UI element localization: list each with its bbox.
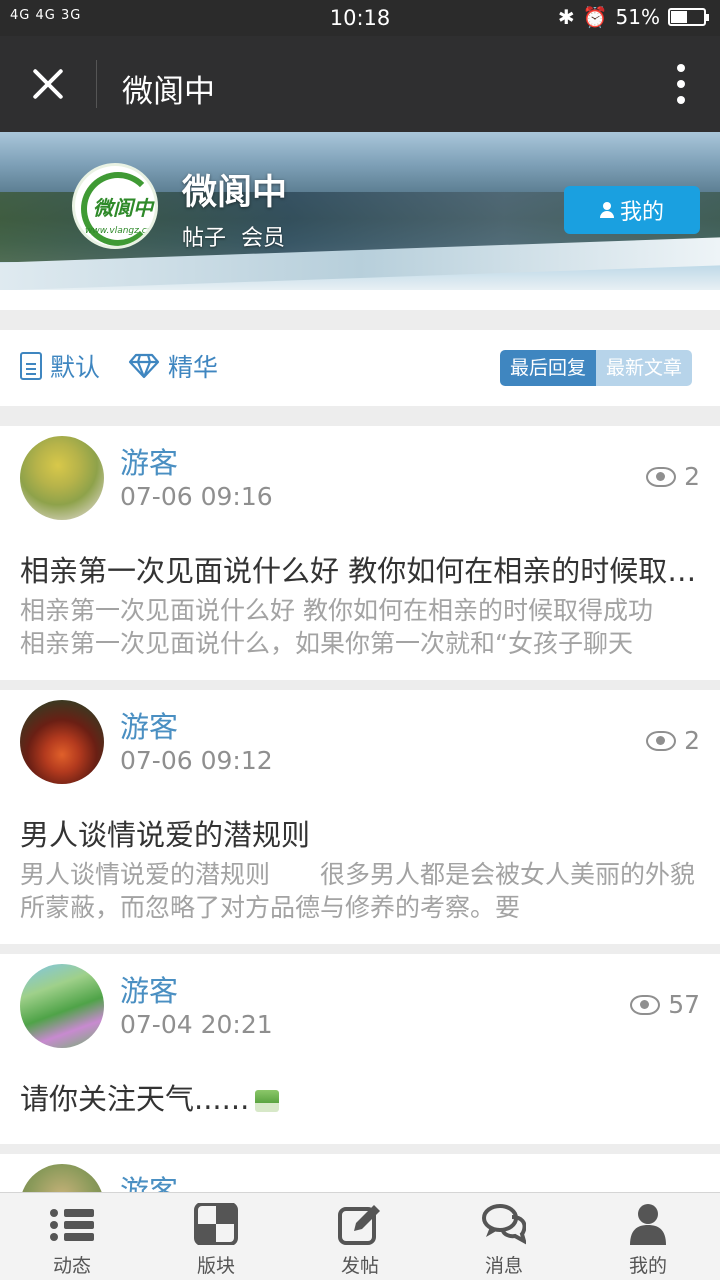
chat-icon [482, 1204, 526, 1245]
avatar [20, 436, 104, 520]
post-excerpt: 相亲第一次见面说什么好 教你如何在相亲的时候取得成功 相亲第一次见面说什么，如果… [20, 596, 700, 658]
forum-logo: 微阆中 www.vlangz.cn [72, 163, 158, 249]
edit-icon [338, 1205, 380, 1245]
post-author: 游客 [120, 446, 179, 480]
post-item[interactable]: 游客 [0, 1154, 720, 1192]
tab-feed-label: 动态 [52, 1255, 91, 1277]
post-author: 游客 [120, 1174, 179, 1192]
tab-compose-label: 发帖 [340, 1255, 379, 1277]
sort-toggle: 最后回复 最新文章 [500, 350, 693, 386]
sort-newest-button[interactable]: 最新文章 [596, 350, 693, 386]
logo-url: www.vlangz.cn [85, 226, 153, 236]
forum-name: 微阆中 [182, 173, 288, 213]
tab-default-label: 默认 [50, 353, 101, 382]
tab-messages-label: 消息 [484, 1255, 523, 1277]
post-author: 游客 [120, 974, 179, 1008]
view-count-value: 2 [684, 462, 700, 491]
tab-compose[interactable]: 发帖 [288, 1193, 432, 1280]
forum-meta: 帖子 会员 [182, 220, 293, 252]
filter-tabs: 默认 精华 最后回复 最新文章 [0, 330, 720, 406]
user-icon [599, 202, 614, 218]
logo-text: 微阆中 [93, 196, 153, 220]
post-time: 07-06 09:12 [120, 746, 273, 775]
post-excerpt: 男人谈情说爱的潜规则 很多男人都是会被女人美丽的外貌所蒙蔽，而忽略了对方品德与修… [20, 860, 696, 922]
sort-last-reply-button[interactable]: 最后回复 [500, 350, 597, 386]
post-title: 男人谈情说爱的潜规则 [20, 818, 311, 852]
section-gap [0, 1144, 720, 1154]
post-item[interactable]: 游客 07-06 09:12 2 男人谈情说爱的潜规则 男人谈情说爱的潜规则 很… [0, 690, 720, 944]
status-right: ✱ ⏰ 51% [557, 5, 709, 29]
status-bar: 4G 4G 3G 10:18 ✱ ⏰ 51% [0, 0, 720, 36]
post-item[interactable]: 游客 07-06 09:16 2 相亲第一次见面说什么好 教你如何在相亲的时候取… [0, 426, 720, 680]
eye-icon [630, 994, 661, 1015]
page-title: 微阆中 [122, 74, 215, 110]
post-time: 07-04 20:21 [120, 1010, 273, 1039]
document-icon [20, 352, 42, 380]
my-button-label: 我的 [619, 200, 664, 225]
tab-feed[interactable]: 动态 [0, 1193, 144, 1280]
alarm-icon: ⏰ [582, 5, 608, 29]
avatar [20, 1164, 104, 1192]
more-options-icon[interactable] [676, 64, 686, 106]
view-count: 2 [646, 726, 700, 755]
user-icon [630, 1204, 666, 1245]
post-title: 请你关注天气...... [20, 1076, 700, 1118]
section-gap [0, 290, 720, 330]
avatar [20, 700, 104, 784]
section-gap [0, 944, 720, 954]
post-title: 相亲第一次见面说什么好 教你如何在相亲的时候取得成功 [20, 554, 700, 588]
diamond-icon [128, 353, 160, 379]
battery-icon [668, 8, 709, 26]
tab-profile-label: 我的 [628, 1255, 667, 1277]
tab-profile[interactable]: 我的 [576, 1193, 720, 1280]
view-count-value: 2 [684, 726, 700, 755]
post-time: 07-06 09:16 [120, 482, 273, 511]
section-gap [0, 406, 720, 426]
list-icon [50, 1203, 94, 1245]
section-gap [0, 680, 720, 690]
view-count-value: 57 [668, 990, 700, 1019]
tab-boards-label: 版块 [196, 1255, 235, 1277]
bluetooth-icon: ✱ [557, 5, 575, 29]
close-icon[interactable] [26, 62, 70, 106]
tree-emoji-icon [255, 1090, 280, 1112]
nav-divider [96, 60, 97, 108]
view-count: 57 [630, 990, 700, 1019]
eye-icon [646, 466, 677, 487]
tab-featured-label: 精华 [168, 353, 219, 382]
battery-level [671, 11, 688, 23]
my-button[interactable]: 我的 [564, 186, 700, 234]
tab-boards[interactable]: 版块 [144, 1193, 288, 1280]
tab-featured[interactable]: 精华 [128, 348, 218, 384]
bottom-tab-bar: 动态 版块 发帖 消息 我的 [0, 1192, 720, 1280]
meta-posts-link[interactable]: 帖子 [182, 226, 226, 251]
post-author: 游客 [120, 710, 179, 744]
post-item[interactable]: 游客 07-04 20:21 57 请你关注天气...... [0, 954, 720, 1144]
meta-members-link[interactable]: 会员 [241, 226, 285, 251]
tab-default[interactable]: 默认 [20, 348, 100, 384]
view-count: 2 [646, 462, 700, 491]
post-title-text: 请你关注天气...... [20, 1082, 250, 1116]
tab-messages[interactable]: 消息 [432, 1193, 576, 1280]
boards-icon [194, 1203, 238, 1245]
navigation-bar: 微阆中 [0, 36, 720, 132]
battery-percent: 51% [615, 5, 660, 29]
avatar [20, 964, 104, 1048]
eye-icon [646, 730, 677, 751]
